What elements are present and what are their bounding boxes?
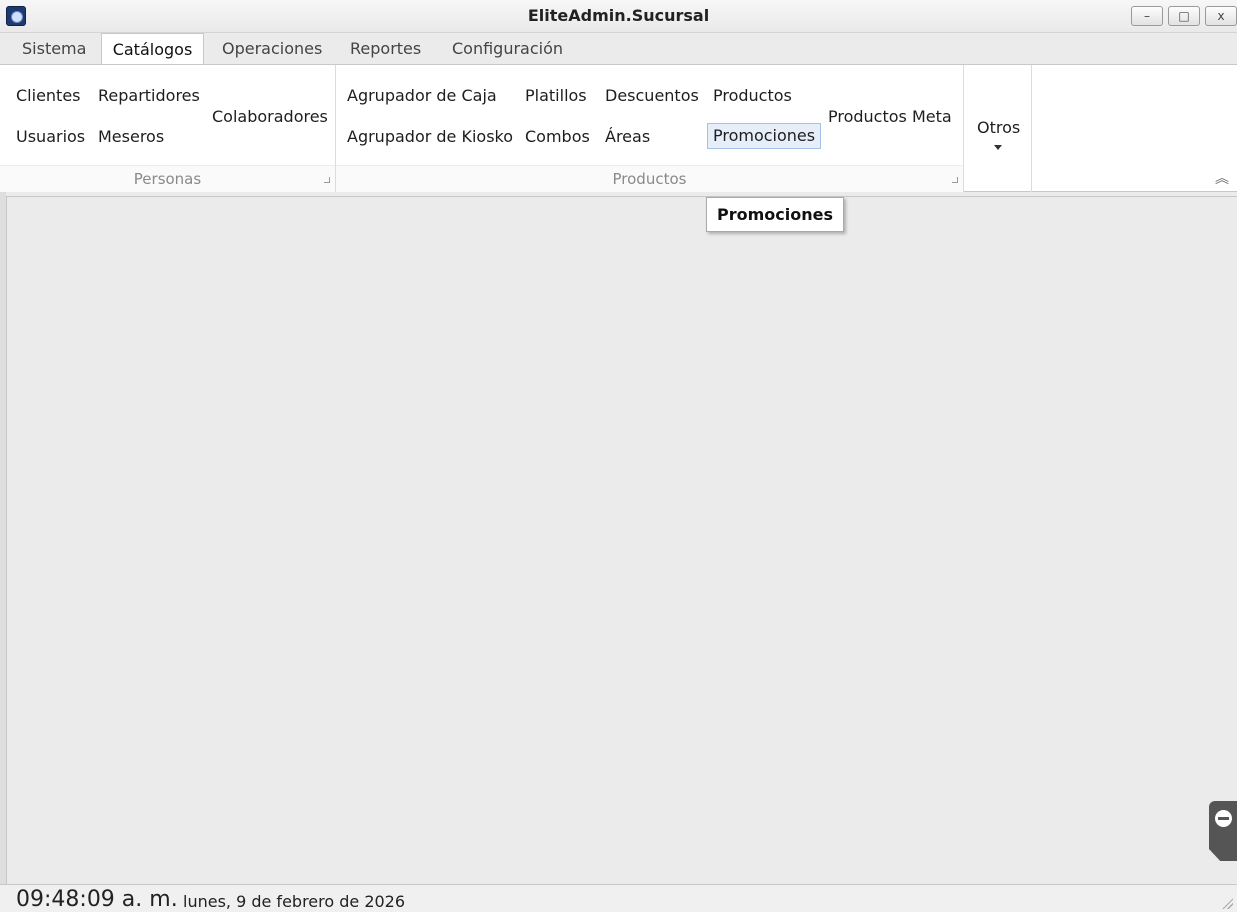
otros-button[interactable]: Otros [973,115,1024,141]
tab-configuracion[interactable]: Configuración [442,33,573,65]
promociones-button[interactable]: Promociones [707,123,822,149]
chevron-down-icon [994,145,1002,150]
tooltip: Promociones [706,197,844,232]
tab-catalogos[interactable]: Catálogos [101,33,204,66]
close-button[interactable]: x [1205,6,1237,26]
status-date: lunes, 9 de febrero de 2026 [183,892,406,911]
meseros-button[interactable]: Meseros [94,124,168,150]
usuarios-button[interactable]: Usuarios [12,124,89,150]
productos-launcher-icon[interactable] [952,177,958,183]
productos-button[interactable]: Productos [709,83,796,109]
chevron-up-icon[interactable]: ︽ [1215,168,1229,188]
platillos-button[interactable]: Platillos [521,83,591,109]
combos-button[interactable]: Combos [521,124,594,150]
tab-sistema[interactable]: Sistema [12,33,96,65]
repartidores-button[interactable]: Repartidores [94,83,204,109]
window-title: EliteAdmin.Sucursal [527,6,710,25]
tab-reportes[interactable]: Reportes [340,33,431,65]
descuentos-button[interactable]: Descuentos [601,83,703,109]
tab-operaciones[interactable]: Operaciones [212,33,332,65]
teamviewer-icon[interactable] [1215,810,1232,827]
title-bar: EliteAdmin.Sucursal – □ x [0,0,1237,33]
agrupador-caja-button[interactable]: Agrupador de Caja [343,83,501,109]
resize-grip-icon[interactable] [1221,897,1233,909]
status-bar: 09:48:09 a. m. lunes, 9 de febrero de 20… [0,884,1237,912]
group-divider [963,65,964,192]
workspace-area [6,196,1237,884]
areas-button[interactable]: Áreas [601,124,654,150]
clientes-button[interactable]: Clientes [12,83,85,109]
personas-launcher-icon[interactable] [324,177,330,183]
group-divider [1031,65,1032,192]
maximize-button[interactable]: □ [1168,6,1200,26]
colaboradores-button[interactable]: Colaboradores [208,104,332,130]
ribbon-tabs: Sistema Catálogos Operaciones Reportes C… [0,33,1237,66]
agrupador-kiosko-button[interactable]: Agrupador de Kiosko [343,124,517,150]
productos-meta-button[interactable]: Productos Meta [824,104,956,130]
group-label-productos: Productos [336,165,963,192]
ribbon-panel: Clientes Repartidores Usuarios Meseros C… [0,64,1237,192]
minimize-button[interactable]: – [1131,6,1163,26]
group-label-personas: Personas [0,165,335,192]
status-time: 09:48:09 a. m. [16,887,178,912]
